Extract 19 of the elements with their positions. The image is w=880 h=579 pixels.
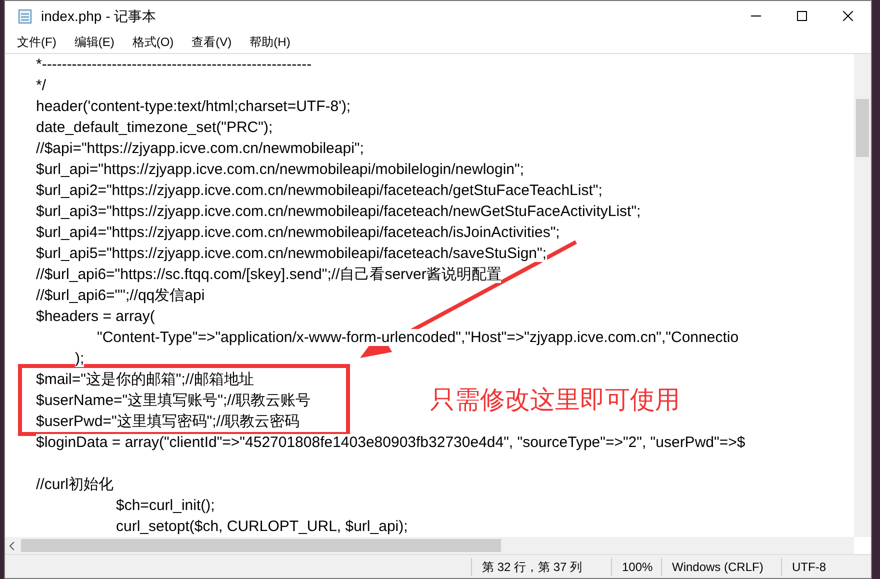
scrollbar-thumb[interactable]	[21, 539, 501, 552]
close-icon	[843, 11, 853, 21]
menu-item[interactable]: 文件(F)	[13, 33, 60, 51]
menu-item[interactable]: 编辑(E)	[70, 33, 118, 51]
scrollbar-thumb[interactable]	[856, 99, 869, 157]
status-text: Windows (CRLF)	[661, 558, 781, 576]
window-title: index.php - 记事本	[41, 6, 156, 26]
status-text: UTF-8	[781, 558, 871, 576]
status-text: 100%	[611, 558, 661, 576]
menu-item[interactable]: 查看(V)	[188, 33, 236, 51]
annotation-text: 只需修改这里即可使用	[430, 385, 680, 416]
scroll-left-icon[interactable]	[9, 542, 15, 550]
menu-item[interactable]: 帮助(H)	[246, 33, 294, 51]
maximize-icon	[797, 11, 807, 21]
status-text: 第 32 行，第 37 列	[471, 558, 611, 576]
vertical-scrollbar[interactable]	[854, 54, 871, 537]
notepad-icon	[17, 8, 33, 24]
menu-item[interactable]: 格式(O)	[128, 33, 178, 51]
horizontal-scrollbar[interactable]	[5, 537, 854, 554]
